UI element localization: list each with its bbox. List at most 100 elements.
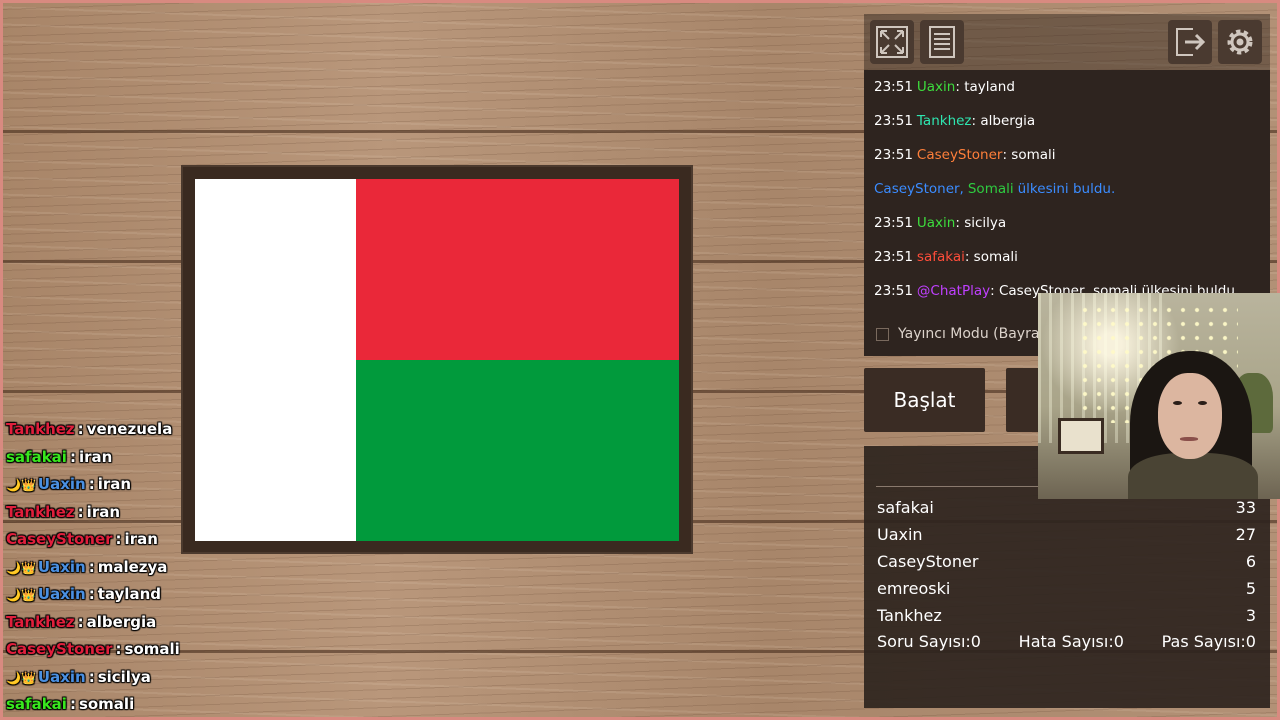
gear-icon bbox=[1227, 29, 1253, 55]
settings-button[interactable] bbox=[1218, 20, 1262, 64]
user-badges-icon: 🌙👑 bbox=[6, 478, 36, 492]
chat-message: 23:51 safakai: somali bbox=[864, 240, 1270, 274]
overlay-chat-line: safakai: somali bbox=[6, 695, 135, 713]
chat-username: CaseyStoner bbox=[6, 530, 113, 548]
chat-username: Uaxin bbox=[916, 79, 956, 95]
chat-text: : albergia bbox=[971, 113, 1036, 129]
chat-message: 23:51 Uaxin: tayland bbox=[864, 70, 1270, 104]
chat-username: Uaxin bbox=[37, 585, 86, 603]
document-icon bbox=[929, 26, 955, 58]
leaderboard-row: Tankhez 3 bbox=[877, 604, 1256, 631]
overlay-chat-line: 🌙👑 Uaxin: malezya bbox=[6, 555, 246, 583]
chat-text: venezuela bbox=[86, 420, 173, 438]
chat-username: CaseyStoner bbox=[6, 640, 113, 658]
player-name: safakai bbox=[877, 498, 934, 517]
chat-username: @ChatPlay bbox=[916, 283, 991, 299]
chat-timestamp: 23:51 bbox=[874, 215, 913, 231]
leaderboard-row: safakai 33 bbox=[877, 496, 1256, 523]
player-name: CaseyStoner bbox=[877, 552, 979, 571]
chat-timestamp: 23:51 bbox=[874, 283, 913, 299]
chat-username: Uaxin bbox=[916, 215, 956, 231]
fullscreen-icon bbox=[876, 26, 908, 58]
chat-username: Uaxin bbox=[37, 667, 86, 686]
leaderboard-row: emreoski 5 bbox=[877, 577, 1256, 604]
player-score: 27 bbox=[1235, 525, 1256, 544]
chat-message: CaseyStoner, Somali ülkesini buldu. bbox=[864, 172, 1270, 206]
overlay-chat-line: Tankhez: venezuela bbox=[6, 420, 173, 438]
user-badges-icon: 🌙👑 bbox=[6, 588, 36, 602]
country-flag bbox=[195, 179, 679, 541]
chat-text: malezya bbox=[97, 557, 168, 576]
chat-text: : sicilya bbox=[955, 215, 1007, 231]
chat-text: sicilya bbox=[97, 667, 151, 686]
overlay-chat: Tankhez: venezuela safakai: iran 🌙👑 Uaxin: ira… bbox=[6, 417, 246, 720]
leaderboard-row: CaseyStoner 6 bbox=[877, 550, 1256, 577]
chat-username: Tankhez bbox=[916, 113, 972, 129]
chat-timestamp: 23:51 bbox=[874, 147, 913, 163]
overlay-chat-line: 🌙👑 Uaxin: iran bbox=[6, 472, 246, 500]
chat-text: somali bbox=[124, 640, 180, 658]
overlay-chat-line: Tankhez: albergia bbox=[6, 612, 157, 631]
chat-username: Tankhez bbox=[6, 420, 75, 438]
overlay-chat-line: 🌙👑 Uaxin: sicilya bbox=[6, 665, 246, 693]
player-score: 3 bbox=[1245, 606, 1256, 625]
user-badges-icon: 🌙👑 bbox=[6, 560, 36, 575]
chat-username: safakai bbox=[916, 249, 965, 265]
fullscreen-button[interactable] bbox=[870, 20, 914, 64]
exit-icon bbox=[1176, 28, 1206, 56]
streamer-mode-toggle[interactable]: Yayıncı Modu (Bayrak bbox=[876, 326, 1048, 342]
chat-text: : tayland bbox=[955, 79, 1015, 95]
chat-timestamp: 23:51 bbox=[874, 249, 913, 265]
leaderboard-list: safakai 33 Uaxin 27 CaseyStoner 6 emreoski 5 Tan… bbox=[877, 496, 1256, 631]
chat-username: Uaxin bbox=[37, 475, 86, 493]
chat-text: ülkesini buldu. bbox=[1017, 181, 1116, 197]
player-score: 33 bbox=[1235, 498, 1256, 517]
chat-text: somali bbox=[78, 695, 135, 713]
overlay-chat-line: safakai: iran bbox=[6, 447, 113, 466]
overlay-chat-line: Tankhez: iran bbox=[6, 502, 121, 521]
chat-message: 23:51 CaseyStoner: somali bbox=[864, 138, 1270, 172]
question-count: Soru Sayısı:0 bbox=[877, 632, 981, 651]
player-name: Tankhez bbox=[877, 606, 942, 625]
chat-text: iran bbox=[78, 447, 113, 466]
document-button[interactable] bbox=[920, 20, 964, 64]
overlay-chat-line: 🌙👑 Uaxin: tayland bbox=[6, 582, 246, 610]
player-score: 6 bbox=[1245, 552, 1256, 571]
leaderboard-row: Uaxin 27 bbox=[877, 523, 1256, 550]
flag-frame bbox=[181, 165, 693, 554]
streamer-mode-checkbox[interactable] bbox=[876, 327, 889, 341]
overlay-chat-line: CaseyStoner: somali bbox=[6, 640, 180, 658]
flag-red-band bbox=[356, 179, 679, 360]
chat-username: Uaxin bbox=[37, 557, 86, 576]
chat-text: : somali bbox=[964, 249, 1018, 265]
chat-message: 23:51 Tankhez: albergia bbox=[864, 104, 1270, 138]
start-button[interactable]: Başlat bbox=[864, 368, 985, 432]
pass-count: Pas Sayısı:0 bbox=[1161, 632, 1256, 651]
chat-text: tayland bbox=[97, 585, 161, 603]
player-name: Uaxin bbox=[877, 525, 923, 544]
streamer-mode-label: Yayıncı Modu (Bayrak bbox=[898, 326, 1048, 342]
chat-message: 23:51 Uaxin: sicilya bbox=[864, 206, 1270, 240]
webcam-feed bbox=[1038, 293, 1280, 499]
player-name: emreoski bbox=[877, 579, 951, 598]
chat-username: safakai bbox=[6, 447, 67, 466]
game-stats: Soru Sayısı:0 Hata Sayısı:0 Pas Sayısı:0 bbox=[877, 632, 1256, 651]
user-badges-icon: 🌙👑 bbox=[6, 670, 36, 685]
chat-text: : somali bbox=[1002, 147, 1056, 163]
player-score: 5 bbox=[1245, 579, 1256, 598]
flag-green-band bbox=[356, 360, 679, 541]
chat-text: albergia bbox=[86, 612, 157, 631]
found-country: Somali bbox=[967, 181, 1014, 197]
chat-username: Tankhez bbox=[6, 612, 75, 631]
chat-text: iran bbox=[86, 502, 121, 521]
chat-timestamp: 23:51 bbox=[874, 79, 913, 95]
chat-text: iran bbox=[124, 530, 158, 548]
chat-username: CaseyStoner, bbox=[874, 181, 964, 197]
exit-button[interactable] bbox=[1168, 20, 1212, 64]
chat-username: safakai bbox=[6, 695, 67, 713]
chat-username: Tankhez bbox=[6, 502, 75, 521]
chat-text: iran bbox=[97, 475, 132, 493]
overlay-chat-line: CaseyStoner: iran bbox=[6, 530, 158, 548]
chat-username: CaseyStoner bbox=[916, 147, 1003, 163]
error-count: Hata Sayısı:0 bbox=[1018, 632, 1124, 651]
